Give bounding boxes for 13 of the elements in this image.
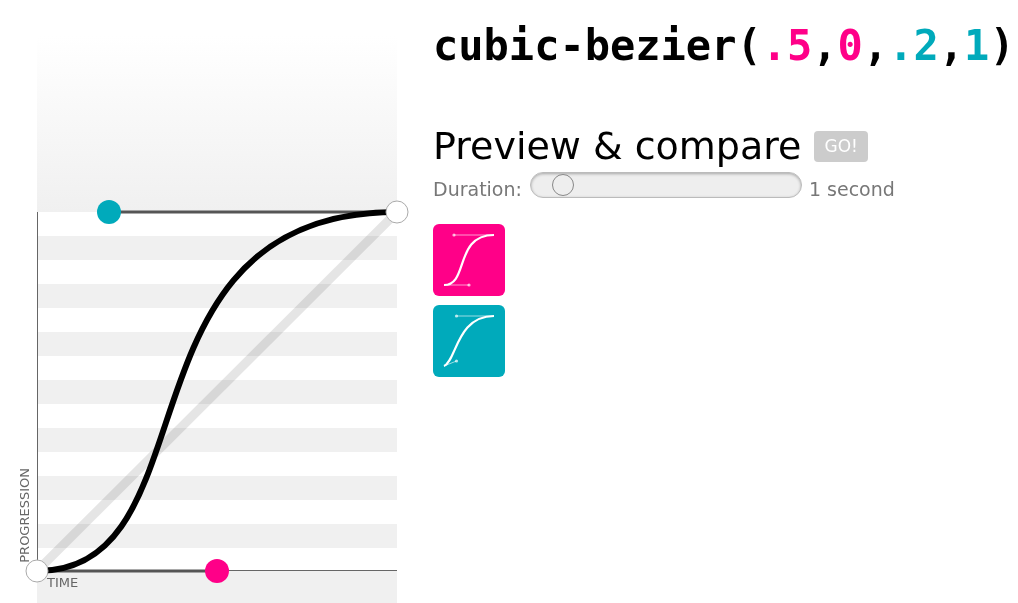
duration-label: Duration: [433,180,522,199]
slider-thumb[interactable] [552,174,575,196]
control-handle[interactable] [97,200,121,224]
y-axis-label: PROGRESSION [18,468,31,563]
curve-icon [442,233,496,287]
duration-reading: 1 second [808,180,895,199]
endpoint-handle [385,200,409,224]
curve-icon [442,314,496,368]
duration-slider[interactable] [529,172,802,198]
x-axis-label: TIME [47,576,80,589]
preview-heading: Preview & compare [433,127,802,165]
bezier-function-title: cubic-bezier(.5,0,.2,1) [433,25,1015,67]
control-handle[interactable] [205,559,229,583]
